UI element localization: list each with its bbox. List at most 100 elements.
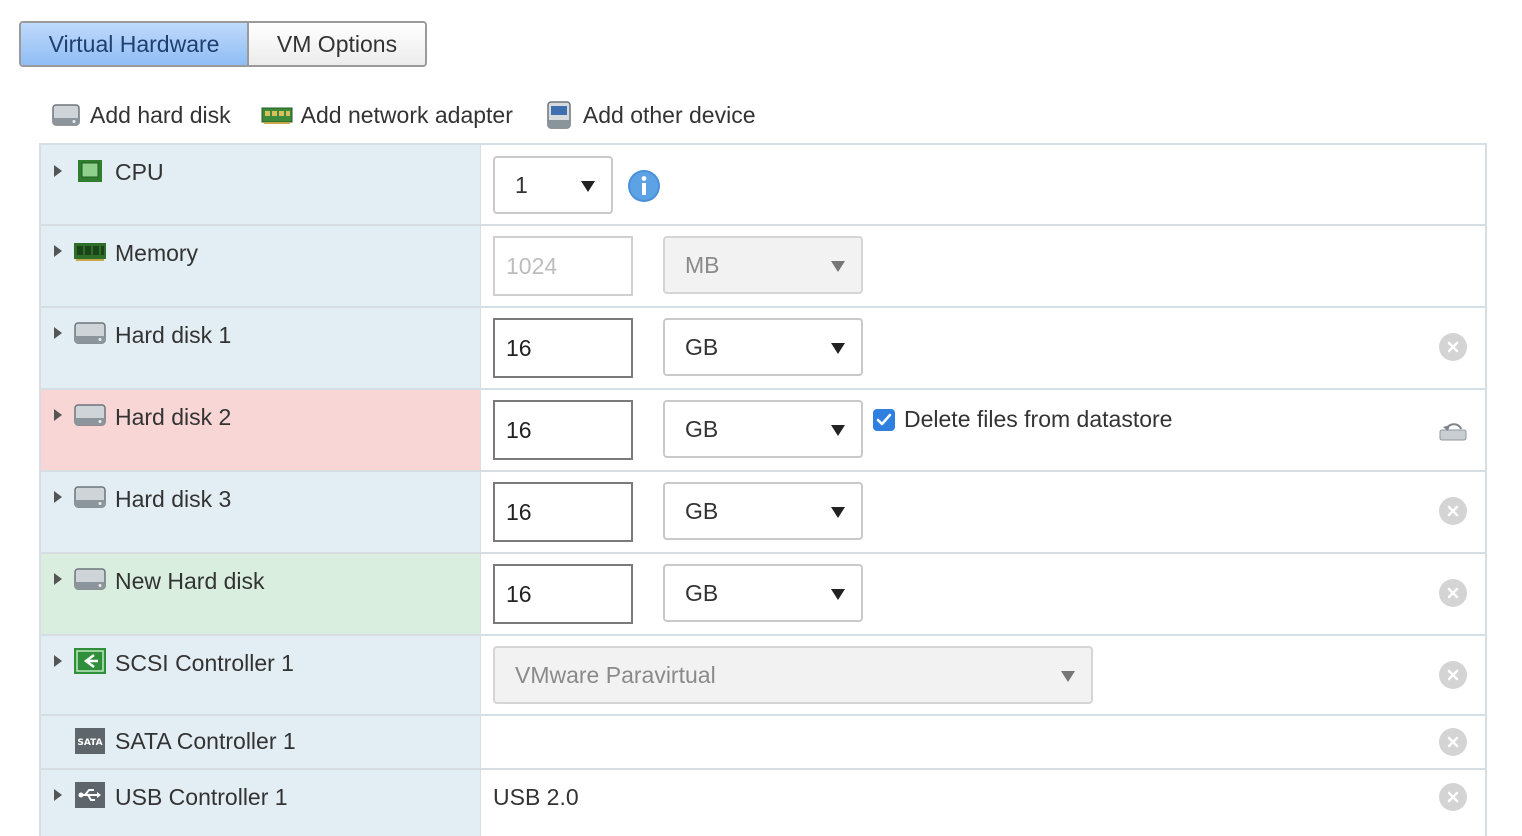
- tab-virtual-hardware[interactable]: Virtual Hardware: [21, 23, 249, 65]
- remove-device-button[interactable]: [1439, 661, 1467, 689]
- device-label-hard-disk-2: Hard disk 2: [115, 404, 232, 430]
- device-row-hard-disk-2: Hard disk 2 16 GB Delete files from data…: [41, 390, 1485, 472]
- remove-device-button[interactable]: [1439, 728, 1467, 756]
- expand-caret-icon[interactable]: [54, 789, 62, 801]
- device-toolbar: Add hard disk Add network adapter Add ot…: [50, 96, 786, 134]
- sata-controller-icon: SATA: [74, 728, 106, 754]
- expand-caret-icon[interactable]: [54, 655, 62, 667]
- close-icon: [1447, 505, 1459, 517]
- expand-caret-icon[interactable]: [54, 245, 62, 257]
- hard-disk-icon: [74, 402, 106, 428]
- scsi-controller-icon: [74, 648, 106, 674]
- disk-unit-select[interactable]: GB: [663, 400, 863, 458]
- device-label-cell: SCSI Controller 1: [41, 636, 481, 714]
- expand-caret-icon[interactable]: [54, 491, 62, 503]
- disk-size-input[interactable]: 16: [493, 564, 633, 624]
- disk-unit-value: GB: [685, 579, 719, 606]
- scsi-type-select[interactable]: VMware Paravirtual: [493, 646, 1093, 704]
- tab-bar: Virtual Hardware VM Options: [19, 21, 427, 67]
- expand-caret-icon[interactable]: [54, 327, 62, 339]
- device-label-cell: Hard disk 2: [41, 390, 481, 470]
- device-row-usb-controller-1: USB Controller 1 USB 2.0: [41, 770, 1485, 836]
- device-value-cell: USB 2.0: [481, 770, 1485, 836]
- usb-version-value: USB 2.0: [493, 784, 579, 810]
- expand-caret-icon[interactable]: [54, 409, 62, 421]
- device-value-cell: 16 GB Delete files from datastore: [481, 390, 1485, 470]
- tab-vm-options[interactable]: VM Options: [249, 23, 425, 65]
- close-icon: [1447, 341, 1459, 353]
- device-label-cell: Hard disk 3: [41, 472, 481, 552]
- delete-files-label: Delete files from datastore: [904, 406, 1173, 432]
- device-label-new-hard-disk: New Hard disk: [115, 568, 265, 594]
- device-row-cpu: CPU 1: [41, 145, 1485, 226]
- device-row-sata-controller-1: SATA SATA Controller 1: [41, 716, 1485, 770]
- remove-device-button[interactable]: [1439, 333, 1467, 361]
- close-icon: [1447, 736, 1459, 748]
- undo-icon[interactable]: [1437, 418, 1469, 442]
- device-row-hard-disk-1: Hard disk 1 16 GB: [41, 308, 1485, 390]
- device-label-cell: SATA SATA Controller 1: [41, 716, 481, 768]
- disk-unit-value: GB: [685, 333, 719, 360]
- device-label-hard-disk-3: Hard disk 3: [115, 486, 232, 512]
- usb-icon: [74, 782, 106, 808]
- disk-size-input[interactable]: 16: [493, 482, 633, 542]
- close-icon: [1447, 669, 1459, 681]
- expand-caret-icon[interactable]: [54, 165, 62, 177]
- device-value-cell: 16 GB: [481, 554, 1485, 634]
- device-label-cpu: CPU: [115, 159, 164, 185]
- device-value-cell: VMware Paravirtual: [481, 636, 1485, 714]
- hard-disk-icon: [74, 566, 106, 592]
- delete-files-checkbox[interactable]: [873, 409, 895, 431]
- cpu-count-select[interactable]: 1: [493, 156, 613, 214]
- disk-unit-select[interactable]: GB: [663, 564, 863, 622]
- add-hard-disk-button[interactable]: Add hard disk: [50, 100, 231, 130]
- disk-size-input[interactable]: 16: [493, 318, 633, 378]
- add-other-device-button[interactable]: Add other device: [543, 100, 756, 130]
- device-label-sata-controller-1: SATA Controller 1: [115, 728, 296, 754]
- device-label-hard-disk-1: Hard disk 1: [115, 322, 232, 348]
- device-value-cell: [481, 716, 1485, 768]
- hard-disk-icon: [50, 100, 82, 130]
- add-network-adapter-button[interactable]: Add network adapter: [261, 100, 513, 130]
- device-value-cell: 1: [481, 145, 1485, 224]
- chevron-down-icon: [831, 425, 845, 436]
- memory-size-input[interactable]: 1024: [493, 236, 633, 296]
- disk-size-input[interactable]: 16: [493, 400, 633, 460]
- device-icon: [543, 100, 575, 130]
- memory-unit-select[interactable]: MB: [663, 236, 863, 294]
- hard-disk-icon: [74, 320, 106, 346]
- memory-module-icon: [74, 238, 106, 264]
- remove-device-button[interactable]: [1439, 579, 1467, 607]
- hard-disk-icon: [74, 484, 106, 510]
- device-value-cell: 16 GB: [481, 472, 1485, 552]
- cpu-chip-icon: [74, 158, 106, 184]
- chevron-down-icon: [831, 507, 845, 518]
- add-network-adapter-label: Add network adapter: [300, 101, 513, 128]
- virtual-hardware-grid: CPU 1 Memory 1024 MB Hard disk 1 16 GB H…: [39, 143, 1487, 836]
- remove-device-button[interactable]: [1439, 783, 1467, 811]
- device-label-scsi-controller-1: SCSI Controller 1: [115, 650, 294, 676]
- device-label-cell: CPU: [41, 145, 481, 224]
- device-label-memory: Memory: [115, 240, 199, 266]
- device-label-usb-controller-1: USB Controller 1: [115, 784, 288, 810]
- expand-caret-icon[interactable]: [54, 573, 62, 585]
- chevron-down-icon: [831, 589, 845, 600]
- device-label-cell: USB Controller 1: [41, 770, 481, 836]
- remove-device-button[interactable]: [1439, 497, 1467, 525]
- scsi-type-value: VMware Paravirtual: [515, 661, 716, 688]
- info-icon[interactable]: [627, 169, 661, 203]
- device-value-cell: 16 GB: [481, 308, 1485, 388]
- close-icon: [1447, 587, 1459, 599]
- network-card-icon: [261, 100, 293, 130]
- device-label-cell: Hard disk 1: [41, 308, 481, 388]
- device-row-memory: Memory 1024 MB: [41, 226, 1485, 308]
- disk-unit-value: GB: [685, 497, 719, 524]
- disk-unit-select[interactable]: GB: [663, 318, 863, 376]
- device-row-new-hard-disk: New Hard disk 16 GB: [41, 554, 1485, 636]
- svg-text:SATA: SATA: [77, 738, 102, 748]
- disk-unit-value: GB: [685, 415, 719, 442]
- memory-unit-value: MB: [685, 251, 720, 278]
- device-row-scsi-controller-1: SCSI Controller 1 VMware Paravirtual: [41, 636, 1485, 716]
- cpu-count-value: 1: [515, 171, 528, 198]
- disk-unit-select[interactable]: GB: [663, 482, 863, 540]
